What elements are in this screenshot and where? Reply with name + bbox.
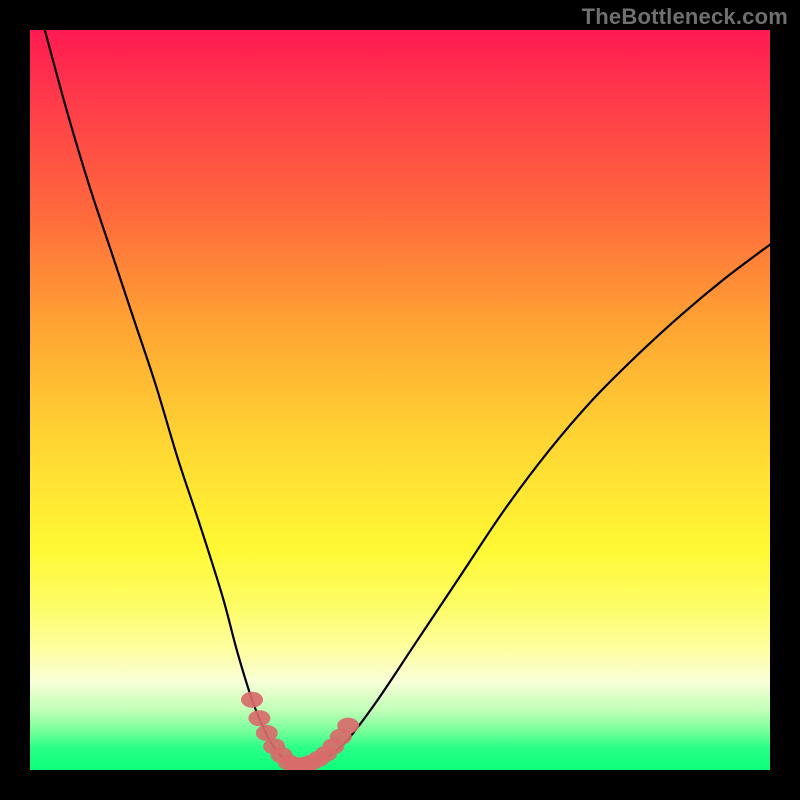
valley-marker xyxy=(241,692,263,708)
chart-frame: TheBottleneck.com xyxy=(0,0,800,800)
watermark-text: TheBottleneck.com xyxy=(582,4,788,30)
plot-area xyxy=(30,30,770,770)
bottleneck-curve xyxy=(30,30,770,770)
valley-marker xyxy=(337,718,359,734)
valley-marker xyxy=(248,710,270,726)
